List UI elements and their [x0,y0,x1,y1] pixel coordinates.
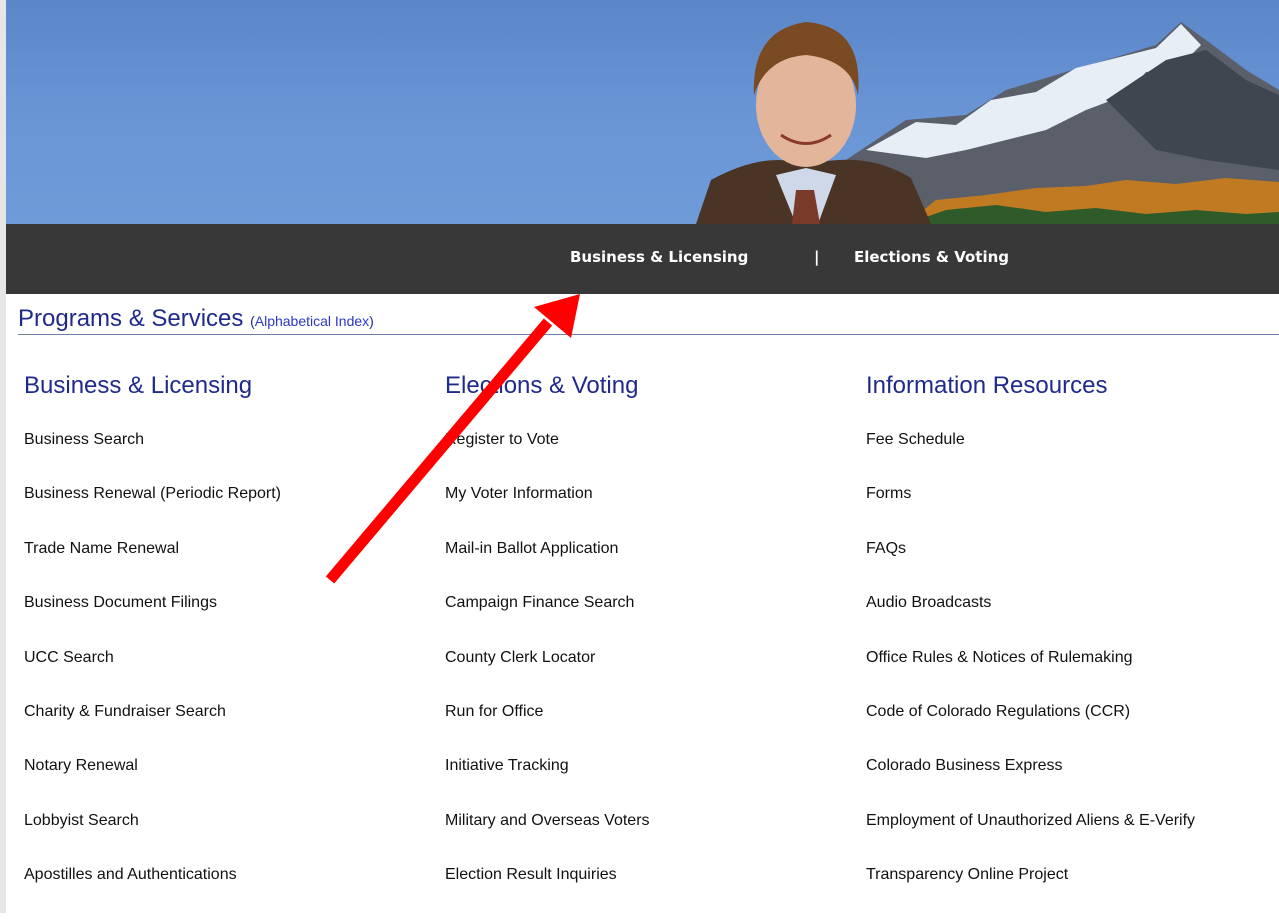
programs-services-title: Programs & Services (Alphabetical Index) [18,305,374,333]
nav-elections-voting[interactable]: Elections & Voting [854,248,1009,266]
list-item[interactable]: Run for Office [445,702,650,756]
list-item[interactable]: Forms [866,484,1195,538]
list-item[interactable]: Office Rules & Notices of Rulemaking [866,648,1195,702]
list-item[interactable]: My Voter Information [445,484,650,538]
list-item[interactable]: UCC Search [24,648,281,702]
column-heading: Business & Licensing [24,372,253,399]
list-item[interactable]: Colorado Business Express [866,756,1195,810]
list-item[interactable]: Employment of Unauthorized Aliens & E-Ve… [866,811,1195,865]
list-item[interactable]: Election Result Inquiries [445,865,650,919]
nav-business-licensing[interactable]: Business & Licensing [570,248,748,266]
list-item[interactable]: Campaign Finance Search [445,593,650,647]
list-item[interactable]: Notary Renewal [24,756,281,810]
column-elections-voting: Elections & Voting Register to Vote My V… [445,372,650,920]
list-item[interactable]: Code of Colorado Regulations (CCR) [866,702,1195,756]
section-title-text: Programs & Services [18,305,244,332]
column-heading: Elections & Voting [445,372,639,399]
link-list: Register to Vote My Voter Information Ma… [445,430,650,920]
list-item[interactable]: Apostilles and Authentications [24,865,281,919]
paren-close: ) [369,313,374,329]
column-information-resources: Information Resources Fee Schedule Forms… [866,372,1195,920]
list-item[interactable]: Business Search [24,430,281,484]
list-item[interactable]: Business Document Filings [24,593,281,647]
column-heading: Information Resources [866,372,1108,399]
alphabetical-index-link[interactable]: Alphabetical Index [255,313,369,329]
top-navbar: Business & Licensing | Elections & Votin… [6,224,1279,294]
link-list: Fee Schedule Forms FAQs Audio Broadcasts… [866,430,1195,920]
list-item[interactable]: Fee Schedule [866,430,1195,484]
list-item[interactable]: Trade Name Renewal [24,539,281,593]
list-item[interactable]: Lobbyist Search [24,811,281,865]
list-item[interactable]: Transparency Online Project [866,865,1195,919]
list-item[interactable]: Charity & Fundraiser Search [24,702,281,756]
list-item[interactable]: FAQs [866,539,1195,593]
list-item[interactable]: Audio Broadcasts [866,593,1195,647]
column-business-licensing: Business & Licensing Business Search Bus… [24,372,281,920]
list-item[interactable]: Register to Vote [445,430,650,484]
nav-separator: | [814,248,820,266]
list-item[interactable]: Business Renewal (Periodic Report) [24,484,281,538]
header-banner [6,0,1279,224]
list-item[interactable]: Initiative Tracking [445,756,650,810]
banner-graphic [696,22,1279,224]
list-item[interactable]: County Clerk Locator [445,648,650,702]
list-item[interactable]: Mail-in Ballot Application [445,539,650,593]
link-list: Business Search Business Renewal (Period… [24,430,281,920]
list-item[interactable]: Military and Overseas Voters [445,811,650,865]
section-divider [18,334,1279,335]
